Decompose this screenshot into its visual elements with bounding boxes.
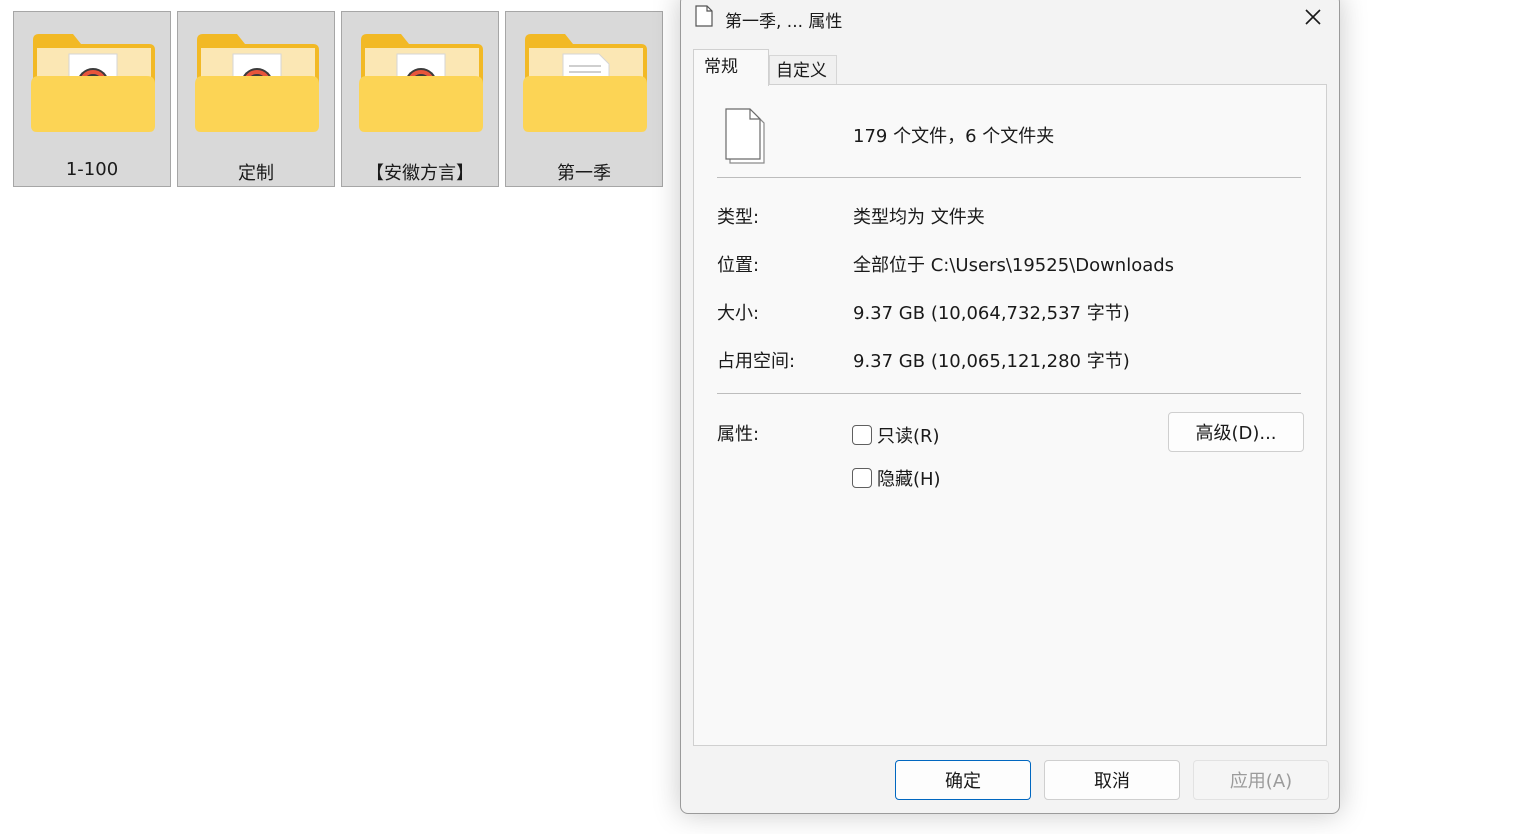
folder-label: 1-100 xyxy=(65,159,119,180)
multiple-files-icon xyxy=(725,108,765,164)
folder-label: 【安徽方言】 xyxy=(366,163,474,184)
type-value: 类型均为 文件夹 xyxy=(853,207,985,228)
general-tab-panel: 179 个文件，6 个文件夹 类型: 类型均为 文件夹 位置: 全部位于 C:\… xyxy=(693,84,1327,746)
apply-button[interactable]: 应用(A) xyxy=(1193,760,1329,800)
folder-label: 定制 xyxy=(238,163,274,184)
advanced-button[interactable]: 高级(D)... xyxy=(1168,412,1304,452)
folder-with-media-file-icon xyxy=(31,34,155,132)
folder-item[interactable]: 第一季 xyxy=(505,11,663,187)
location-value: 全部位于 C:\Users\19525\Downloads xyxy=(853,255,1175,276)
close-icon xyxy=(1305,9,1321,25)
document-icon xyxy=(695,5,713,27)
divider xyxy=(717,177,1301,178)
folder-with-document-icon xyxy=(523,34,647,132)
cancel-button[interactable]: 取消 xyxy=(1044,760,1180,800)
folder-item[interactable]: 定制 xyxy=(177,11,335,187)
size-on-disk-label: 占用空间: xyxy=(717,351,796,372)
hidden-checkbox-row[interactable]: 隐藏(H) xyxy=(852,465,941,491)
size-value: 9.37 GB (10,064,732,537 字节) xyxy=(853,303,1130,324)
folder-with-media-file-icon xyxy=(359,34,483,132)
size-label: 大小: xyxy=(717,303,760,324)
hidden-label: 隐藏(H) xyxy=(877,469,941,490)
tab-custom[interactable]: 自定义 xyxy=(769,55,837,85)
readonly-checkbox[interactable] xyxy=(852,425,872,445)
selection-summary: 179 个文件，6 个文件夹 xyxy=(853,126,1055,147)
attributes-label: 属性: xyxy=(717,424,760,445)
close-button[interactable] xyxy=(1287,1,1339,33)
ok-button[interactable]: 确定 xyxy=(895,760,1031,800)
dialog-title: 第一季, ... 属性 xyxy=(725,12,843,32)
location-label: 位置: xyxy=(717,255,760,276)
properties-dialog: 第一季, ... 属性 常规 自定义 179 个文件，6 个文件夹 类型: 类型… xyxy=(680,0,1340,814)
readonly-label: 只读(R) xyxy=(877,426,940,447)
folder-with-media-file-icon xyxy=(195,34,319,132)
hidden-checkbox[interactable] xyxy=(852,468,872,488)
folder-item[interactable]: 1-100 xyxy=(13,11,171,187)
readonly-checkbox-row[interactable]: 只读(R) xyxy=(852,422,940,448)
folder-item[interactable]: 【安徽方言】 xyxy=(341,11,499,187)
folder-label: 第一季 xyxy=(557,163,611,184)
title-bar[interactable]: 第一季, ... 属性 xyxy=(681,0,1339,39)
size-on-disk-value: 9.37 GB (10,065,121,280 字节) xyxy=(853,351,1130,372)
type-label: 类型: xyxy=(717,207,760,228)
tab-general[interactable]: 常规 xyxy=(693,49,769,86)
divider xyxy=(717,393,1301,394)
